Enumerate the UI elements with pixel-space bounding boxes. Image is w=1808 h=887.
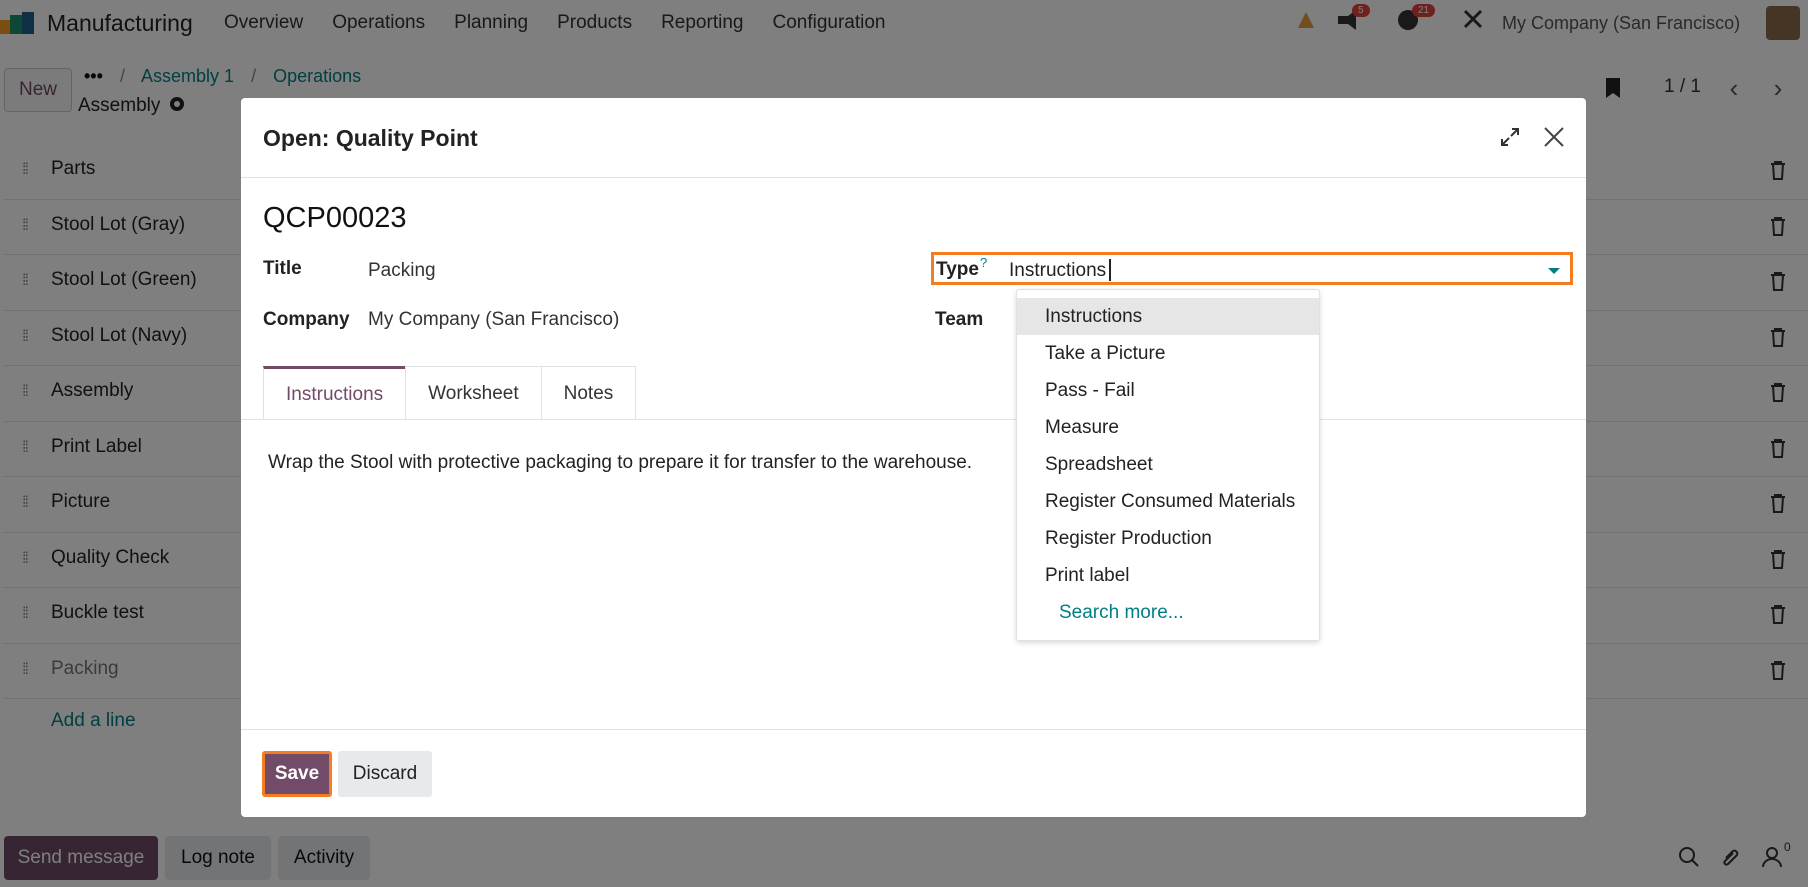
type-option-pass-fail[interactable]: Pass - Fail [1017, 372, 1319, 409]
discard-button[interactable]: Discard [338, 751, 432, 797]
tab-instructions[interactable]: Instructions [263, 366, 407, 420]
tab-notes[interactable]: Notes [540, 366, 637, 420]
type-input[interactable]: Instructions [1009, 260, 1106, 282]
dialog-header: Open: Quality Point [241, 98, 1586, 178]
company-field[interactable]: My Company (San Francisco) [368, 309, 619, 331]
quality-point-dialog: Open: Quality Point QCP00023 Title Packi… [241, 98, 1586, 817]
type-option-print-label[interactable]: Print label [1017, 557, 1319, 594]
quality-point-reference: QCP00023 [263, 202, 407, 234]
type-option-measure[interactable]: Measure [1017, 409, 1319, 446]
company-label: Company [263, 309, 350, 330]
tab-worksheet[interactable]: Worksheet [405, 366, 542, 420]
type-option-take-a-picture[interactable]: Take a Picture [1017, 335, 1319, 372]
chevron-down-icon[interactable] [1548, 268, 1560, 274]
type-option-spreadsheet[interactable]: Spreadsheet [1017, 446, 1319, 483]
dialog-footer: Save Discard [241, 729, 1586, 817]
expand-icon[interactable] [1499, 126, 1521, 148]
type-select-field[interactable]: Type ? Instructions [931, 252, 1573, 285]
close-icon[interactable] [1541, 124, 1567, 150]
type-option-register-production[interactable]: Register Production [1017, 520, 1319, 557]
team-label: Team [935, 309, 984, 330]
title-field[interactable]: Packing [368, 260, 436, 282]
title-label: Title [263, 258, 302, 279]
text-cursor [1109, 259, 1111, 281]
search-more-link[interactable]: Search more... [1017, 594, 1319, 631]
save-button[interactable]: Save [262, 751, 332, 797]
type-label: Type [936, 259, 979, 280]
dialog-tabs: Instructions Worksheet Notes [263, 366, 637, 420]
type-option-instructions[interactable]: Instructions [1017, 298, 1319, 335]
dialog-title: Open: Quality Point [263, 125, 478, 151]
type-dropdown: Instructions Take a Picture Pass - Fail … [1016, 289, 1320, 641]
type-option-register-consumed-materials[interactable]: Register Consumed Materials [1017, 483, 1319, 520]
tabs-divider [241, 419, 1586, 420]
type-help-icon[interactable]: ? [980, 255, 987, 270]
instructions-text[interactable]: Wrap the Stool with protective packaging… [268, 452, 972, 474]
